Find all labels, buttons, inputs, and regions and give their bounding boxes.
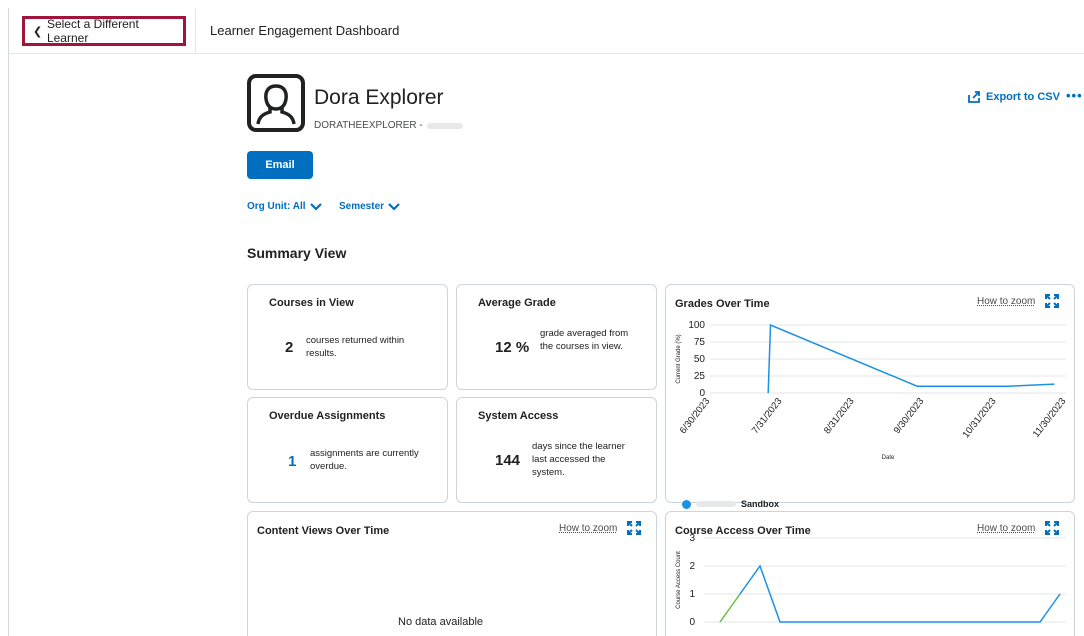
grades-chart-plot: 02550751006/30/2023 7/31/2023 8/31/2023 9/3… xyxy=(676,320,1069,461)
y-tick-label: 100 xyxy=(688,320,705,331)
card-description: courses returned within results. xyxy=(306,335,405,359)
card-value: 144 xyxy=(495,452,521,469)
x-tick-label: 7/31/2023 xyxy=(750,396,785,436)
card-value[interactable]: 1 xyxy=(288,453,296,470)
person-icon xyxy=(256,84,296,125)
series-segment-green xyxy=(719,593,741,623)
x-tick-label: 8/31/2023 xyxy=(822,396,857,436)
header-divider xyxy=(195,9,196,53)
card-title: Average Grade xyxy=(478,297,556,309)
org-unit-label: Org Unit: All xyxy=(247,201,306,212)
more-options-button[interactable]: ••• xyxy=(1066,88,1083,103)
card-description: assignments are currently overdue. xyxy=(310,448,419,472)
no-data-message: No data available xyxy=(398,616,484,628)
org-unit-filter[interactable]: Org Unit: All xyxy=(247,201,322,212)
y-axis-label: Current Grade (%) xyxy=(676,334,682,383)
y-tick-label: 3 xyxy=(689,533,695,544)
export-icon xyxy=(968,91,980,103)
expand-icon[interactable] xyxy=(626,520,642,536)
learner-username: DORATHEEXPLORER - xyxy=(314,120,463,131)
redacted-course-name xyxy=(696,501,736,507)
y-tick-label: 50 xyxy=(694,354,706,365)
course-access-chart-plot: 0 1 2 3 Course Access Count xyxy=(676,533,1066,628)
chart-title: Content Views Over Time xyxy=(257,525,390,537)
export-csv-button[interactable]: Export to CSV xyxy=(968,91,1060,103)
card-title: System Access xyxy=(478,410,559,422)
y-tick-label: 75 xyxy=(694,337,706,348)
export-csv-label: Export to CSV xyxy=(986,91,1060,103)
course-access-card: Course Access Over Time How to zoom 0123… xyxy=(665,511,1075,636)
summary-view-heading: Summary View xyxy=(247,245,347,261)
x-tick-label: 10/31/2023 xyxy=(961,396,999,440)
avatar xyxy=(247,74,305,132)
how-to-zoom-link[interactable]: How to zoom xyxy=(559,523,617,534)
redacted-id xyxy=(426,122,463,129)
select-different-learner-button[interactable]: ❮ Select a Different Learner xyxy=(22,16,186,46)
card-description: grade averaged from the courses in view. xyxy=(540,328,629,352)
page-frame-border xyxy=(8,8,9,636)
y-axis-label: Course Access Count xyxy=(676,551,682,609)
semester-filter[interactable]: Semester xyxy=(339,201,400,212)
page-title: Learner Engagement Dashboard xyxy=(210,23,400,38)
overdue-assignments-card[interactable]: Overdue Assignments 1 assignments are cu… xyxy=(247,397,448,503)
card-title: Courses in View xyxy=(269,297,354,309)
legend-label: Sandbox xyxy=(741,499,780,509)
semester-label: Semester xyxy=(339,201,385,212)
card-value: 2 xyxy=(285,339,294,356)
card-value: 12 % xyxy=(495,339,530,356)
chevron-down-icon xyxy=(388,202,400,211)
x-tick-label: 6/30/2023 xyxy=(678,396,713,436)
chart-legend: Sandbox xyxy=(682,499,779,509)
y-tick-label: 1 xyxy=(689,589,695,600)
back-button-label: Select a Different Learner xyxy=(46,17,139,45)
card-description: days since the learner last accessed the… xyxy=(532,441,625,478)
chevron-left-icon: ❮ xyxy=(33,25,43,38)
x-tick-label: 9/30/2023 xyxy=(892,396,927,436)
email-button[interactable]: Email xyxy=(247,151,313,179)
legend-marker xyxy=(682,499,691,509)
learner-name: Dora Explorer xyxy=(314,86,444,109)
y-tick-label: 0 xyxy=(689,617,695,628)
average-grade-card[interactable]: Average Grade 12 % grade averaged from t… xyxy=(456,284,657,390)
courses-in-view-card[interactable]: Courses in View 2 courses returned withi… xyxy=(247,284,448,390)
chevron-down-icon xyxy=(309,202,322,211)
card-title: Overdue Assignments xyxy=(269,410,386,422)
y-tick-label: 2 xyxy=(689,561,695,572)
system-access-card[interactable]: System Access 144 days since the learner… xyxy=(456,397,657,503)
learner-username-text: DORATHEEXPLORER - xyxy=(314,120,423,131)
x-tick-label: 11/30/2023 xyxy=(1031,396,1069,440)
grades-over-time-card: Grades Over Time How to zoom 0 25 50 75 100 6… xyxy=(665,284,1075,509)
y-tick-label: 25 xyxy=(694,371,706,382)
content-views-card: Content Views Over Time How to zoom No d… xyxy=(247,511,657,636)
x-axis-label: Date xyxy=(882,455,895,461)
